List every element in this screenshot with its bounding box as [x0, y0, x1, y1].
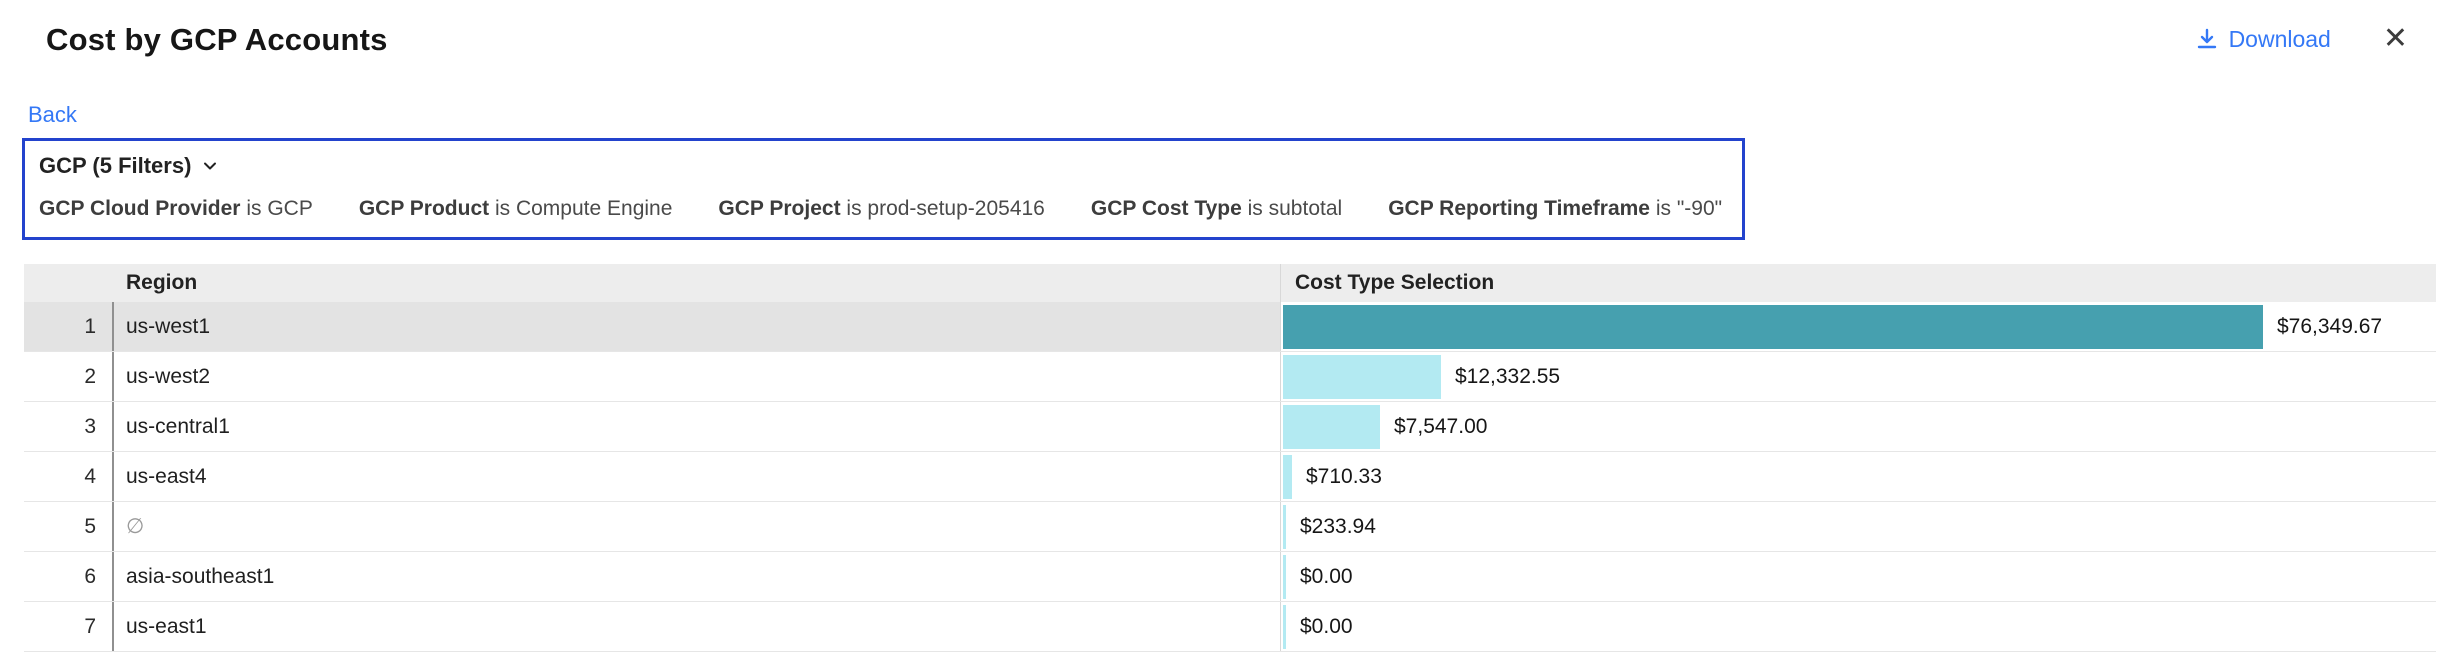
table-row[interactable]: 4us-east4 $710.33	[24, 452, 2436, 502]
region-cell: asia-southeast1	[112, 552, 1280, 601]
row-index: 1	[24, 302, 112, 351]
top-bar: Cost by GCP Accounts Download ✕	[0, 0, 2448, 58]
filter-item[interactable]: GCP Product is Compute Engine	[359, 197, 673, 221]
cost-value: $0.00	[1300, 615, 1353, 639]
cost-bar	[1283, 555, 1286, 599]
page-title: Cost by GCP Accounts	[46, 22, 388, 58]
table-row[interactable]: 5∅ $233.94	[24, 502, 2436, 552]
cost-value: $76,349.67	[2277, 315, 2382, 339]
table-row[interactable]: 1us-west1 $76,349.67	[24, 302, 2436, 352]
cost-cell: $12,332.55	[1280, 352, 2436, 401]
filter-item[interactable]: GCP Cost Type is subtotal	[1091, 197, 1342, 221]
table-row[interactable]: 7us-east1 $0.00	[24, 602, 2436, 652]
filter-item-label: GCP Reporting Timeframe	[1388, 197, 1650, 220]
table-row[interactable]: 3us-central1 $7,547.00	[24, 402, 2436, 452]
cost-cell: $76,349.67	[1280, 302, 2436, 351]
cost-cell: $7,547.00	[1280, 402, 2436, 451]
row-index: 7	[24, 602, 112, 651]
region-cell: us-east4	[112, 452, 1280, 501]
cost-cell: $0.00	[1280, 552, 2436, 601]
download-button[interactable]: Download	[2195, 26, 2331, 53]
cost-bar	[1283, 305, 2263, 349]
row-index: 2	[24, 352, 112, 401]
table-header: Region Cost Type Selection	[24, 264, 2436, 302]
cost-bar	[1283, 505, 1286, 549]
filter-item-label: GCP Cloud Provider	[39, 197, 240, 220]
close-icon[interactable]: ✕	[2383, 24, 2408, 54]
region-cell: us-west2	[112, 352, 1280, 401]
table-row[interactable]: 2us-west2 $12,332.55	[24, 352, 2436, 402]
cost-bar	[1283, 355, 1441, 399]
filter-summary-dropdown[interactable]: GCP (5 Filters)	[39, 153, 219, 179]
table-row[interactable]: 6asia-southeast1 $0.00	[24, 552, 2436, 602]
top-actions: Download ✕	[2195, 22, 2408, 54]
cost-value: $12,332.55	[1455, 365, 1560, 389]
filter-item[interactable]: GCP Project is prod-setup-205416	[718, 197, 1044, 221]
cost-value: $710.33	[1306, 465, 1382, 489]
column-header-cost: Cost Type Selection	[1280, 264, 2436, 302]
column-header-region: Region	[112, 264, 1280, 302]
filter-item[interactable]: GCP Cloud Provider is GCP	[39, 197, 313, 221]
cost-value: $233.94	[1300, 515, 1376, 539]
filter-box: GCP (5 Filters) GCP Cloud Provider is GC…	[22, 138, 1745, 240]
cost-cell: $233.94	[1280, 502, 2436, 551]
region-cell: us-central1	[112, 402, 1280, 451]
cost-value: $7,547.00	[1394, 415, 1487, 439]
cost-bar	[1283, 405, 1380, 449]
filter-summary-label: GCP (5 Filters)	[39, 153, 191, 179]
cost-by-gcp-accounts-panel: Cost by GCP Accounts Download ✕ Back GCP…	[0, 0, 2448, 652]
region-cell: ∅	[112, 502, 1280, 551]
download-label: Download	[2229, 26, 2331, 53]
column-header-index	[24, 264, 112, 302]
chevron-down-icon	[201, 157, 219, 175]
download-icon	[2195, 27, 2219, 51]
table-body: 1us-west1$76,349.672us-west2$12,332.553u…	[24, 302, 2436, 652]
row-index: 3	[24, 402, 112, 451]
filter-item-list: GCP Cloud Provider is GCP GCP Product is …	[39, 197, 1722, 221]
cost-cell: $0.00	[1280, 602, 2436, 651]
filter-item[interactable]: GCP Reporting Timeframe is "-90"	[1388, 197, 1722, 221]
back-link[interactable]: Back	[28, 102, 77, 128]
cost-value: $0.00	[1300, 565, 1353, 589]
filter-item-label: GCP Cost Type	[1091, 197, 1242, 220]
row-index: 5	[24, 502, 112, 551]
cost-table: Region Cost Type Selection 1us-west1 $76,…	[24, 264, 2436, 652]
filter-item-label: GCP Product	[359, 197, 489, 220]
cost-cell: $710.33	[1280, 452, 2436, 501]
filter-item-label: GCP Project	[718, 197, 840, 220]
cost-bar	[1283, 455, 1292, 499]
region-cell: us-west1	[112, 302, 1280, 351]
row-index: 6	[24, 552, 112, 601]
row-index: 4	[24, 452, 112, 501]
cost-bar	[1283, 605, 1286, 649]
region-cell: us-east1	[112, 602, 1280, 651]
